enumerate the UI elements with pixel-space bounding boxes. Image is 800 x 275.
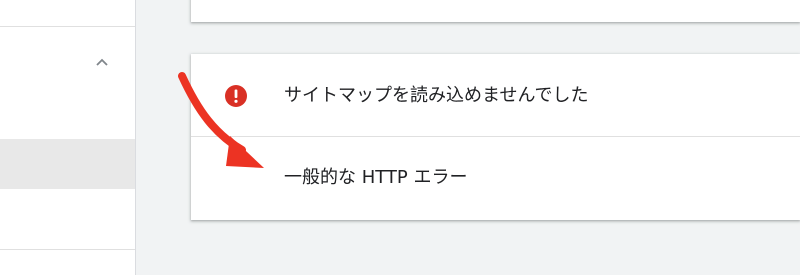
sidebar-divider: [0, 249, 135, 250]
error-title: サイトマップを読み込めませんでした: [284, 85, 589, 106]
sidebar-divider: [0, 26, 135, 27]
error-detail-row: 一般的な HTTP エラー: [191, 137, 800, 220]
chevron-up-icon[interactable]: [93, 55, 111, 69]
previous-card: [191, 0, 800, 22]
error-detail: 一般的な HTTP エラー: [284, 167, 468, 188]
sitemap-error-card: サイトマップを読み込めませんでした 一般的な HTTP エラー: [191, 54, 800, 220]
sidebar: [0, 0, 136, 275]
error-header-row: サイトマップを読み込めませんでした: [191, 54, 800, 137]
sidebar-item-selected[interactable]: [0, 139, 135, 189]
red-arrow-annotation: [178, 72, 264, 168]
